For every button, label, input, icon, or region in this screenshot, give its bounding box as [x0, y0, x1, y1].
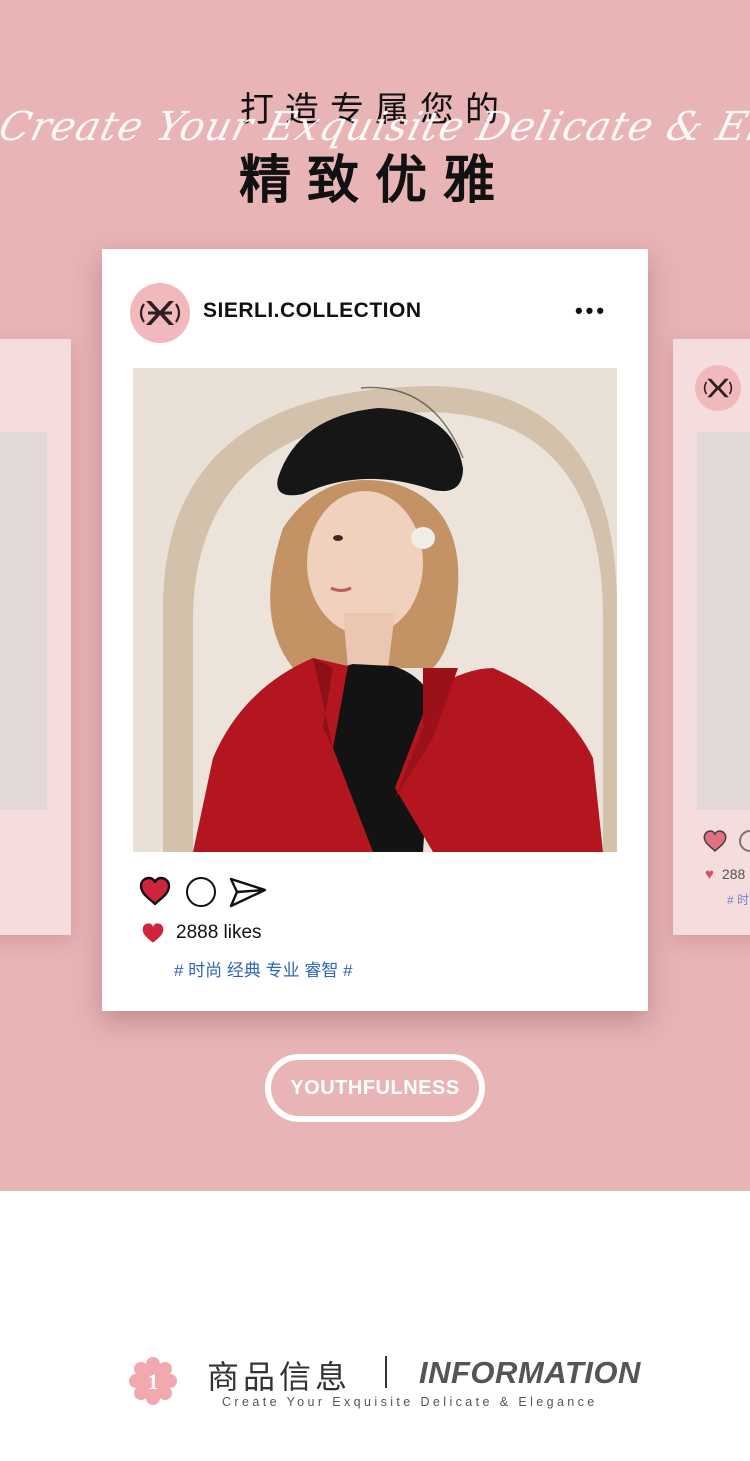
section-title-en: INFORMATION: [419, 1355, 641, 1390]
side-post-card-right[interactable]: ♥ 288 # 时: [673, 339, 750, 935]
paper-plane-icon[interactable]: [228, 875, 268, 909]
side-post-photo-placeholder: [697, 432, 750, 810]
post-card: SIERLI.COLLECTION ••• 2888 likes # 时尚 经典…: [102, 249, 648, 1011]
side-small-heart-icon: ♥: [705, 866, 714, 883]
likes-count: 2888 likes: [176, 922, 262, 943]
section-divider: [385, 1356, 387, 1388]
section-subtitle: Create Your Exquisite Delicate & Eleganc…: [222, 1395, 598, 1409]
headline-large: 精致优雅: [238, 151, 511, 211]
post-photo[interactable]: [133, 368, 617, 852]
side-avatar-icon: [695, 365, 741, 411]
hero-section: 打造专属您的 Create Your Exquisite Delicate & …: [0, 0, 750, 1191]
section-title-cn: 商品信息: [207, 1358, 352, 1396]
more-dots-icon[interactable]: •••: [568, 297, 614, 325]
flower-number-icon: 1: [129, 1357, 177, 1405]
section-number: 1: [148, 1369, 159, 1394]
side-heart-icon[interactable]: [702, 828, 728, 854]
side-post-photo-placeholder: [0, 432, 47, 810]
side-likes: ♥ 288: [705, 866, 745, 883]
side-post-card-left[interactable]: [0, 339, 71, 935]
brand-monogram-icon[interactable]: [130, 283, 190, 343]
post-username[interactable]: SIERLI.COLLECTION: [203, 299, 422, 323]
side-likes-count: 288: [721, 866, 746, 882]
youthfulness-badge[interactable]: YOUTHFULNESS: [265, 1054, 485, 1122]
post-hashtags[interactable]: # 时尚 经典 专业 睿智 #: [174, 956, 353, 981]
side-comment-icon[interactable]: [739, 830, 750, 852]
model-portrait-image: [133, 368, 617, 852]
likes-heart-icon: [142, 923, 164, 943]
comment-circle-icon[interactable]: [186, 877, 216, 907]
side-tags: # 时: [727, 893, 750, 907]
heart-icon[interactable]: [138, 875, 172, 907]
